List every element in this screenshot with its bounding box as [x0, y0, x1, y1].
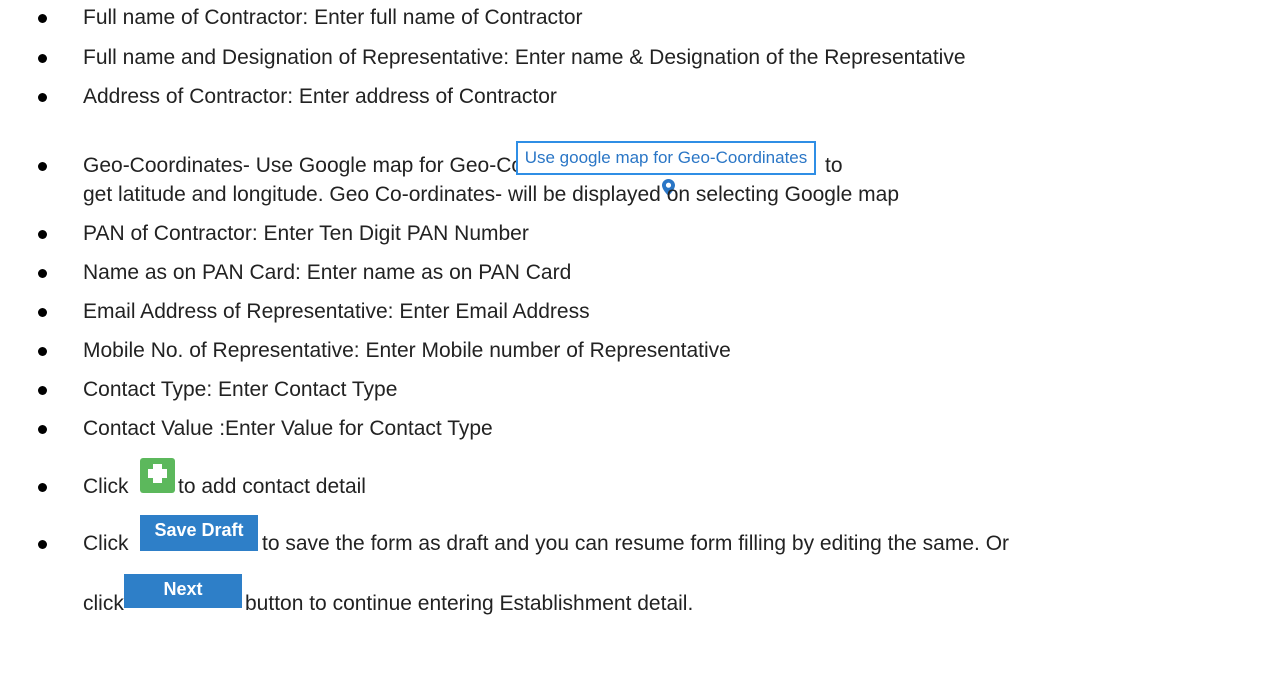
bullet [38, 483, 47, 492]
bullet [38, 540, 47, 549]
item-text: Full name of Contractor: Enter full name… [83, 6, 583, 29]
item-text-after: to save the form as draft and you can re… [262, 532, 1010, 555]
item-text: Full name and Designation of Representat… [83, 46, 966, 69]
item-text: Contact Type: Enter Contact Type [83, 378, 398, 401]
bullet [38, 347, 47, 356]
item-text: Address of Contractor: Enter address of … [83, 85, 557, 108]
geo-coordinates-button-label: Use google map for Geo-Coordinates [524, 148, 808, 167]
item-text: Email Address of Representative: Enter E… [83, 300, 590, 323]
add-contact-button[interactable] [140, 458, 175, 493]
bullet [38, 162, 47, 171]
geo-coordinates-button[interactable]: Use google map for Geo-Coordinates [516, 141, 816, 196]
bullet [38, 308, 47, 317]
item-text-line2: get latitude and longitude. Geo Co-ordin… [83, 183, 900, 206]
bullet [38, 269, 47, 278]
item-text: Contact Value :Enter Value for Contact T… [83, 417, 493, 440]
bullet [38, 230, 47, 239]
item-text-after: to [825, 154, 843, 177]
item-text-line2-after: button to continue entering Establishmen… [245, 592, 694, 615]
bullet [38, 14, 47, 23]
next-button[interactable]: Next [124, 574, 242, 608]
item-text-before: Click [83, 475, 129, 498]
bullet [38, 425, 47, 434]
bullet [38, 386, 47, 395]
bullet [38, 93, 47, 102]
next-button-label: Next [163, 579, 203, 599]
save-draft-button-label: Save Draft [154, 520, 244, 540]
item-text-before: Click [83, 532, 129, 555]
item-text: PAN of Contractor: Enter Ten Digit PAN N… [83, 222, 529, 245]
item-text-line2-before: click [83, 592, 124, 615]
item-text: Name as on PAN Card: Enter name as on PA… [83, 261, 572, 284]
item-text-after: to add contact detail [178, 475, 366, 498]
bullet [38, 54, 47, 63]
save-draft-button[interactable]: Save Draft [140, 515, 258, 551]
item-text: Mobile No. of Representative: Enter Mobi… [83, 339, 731, 362]
